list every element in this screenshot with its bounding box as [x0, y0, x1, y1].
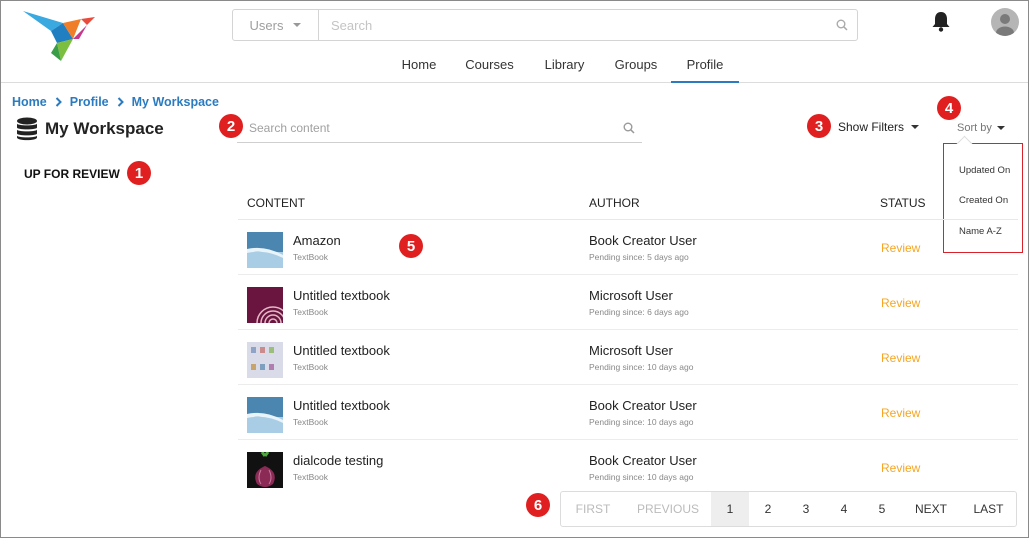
sort-by-label: Sort by — [957, 122, 992, 134]
content-table: CONTENT AUTHOR STATUS Amazon TextBook Bo… — [238, 186, 1018, 495]
search-button[interactable] — [827, 10, 857, 40]
author-name: Microsoft User — [589, 288, 673, 303]
review-link[interactable]: Review — [881, 296, 920, 310]
annotation-marker: 1 — [127, 161, 151, 185]
pagination-next[interactable]: NEXT — [901, 492, 961, 526]
breadcrumb-profile[interactable]: Profile — [70, 95, 109, 109]
pending-since: Pending since: 5 days ago — [589, 252, 689, 262]
bell-icon[interactable] — [931, 11, 951, 33]
content-name: dialcode testing — [293, 453, 384, 468]
search-input[interactable] — [319, 10, 827, 40]
annotation-marker: 3 — [807, 114, 831, 138]
breadcrumb-home[interactable]: Home — [12, 95, 47, 109]
user-icon — [996, 14, 1014, 36]
content-name: Untitled textbook — [293, 288, 390, 303]
pending-since: Pending since: 10 days ago — [589, 417, 694, 427]
review-link[interactable]: Review — [881, 406, 920, 420]
logo — [23, 11, 95, 61]
content-search — [237, 113, 642, 143]
top-header: Users Home Courses Library — [1, 1, 1028, 83]
tab-home[interactable]: Home — [387, 47, 451, 83]
table-row[interactable]: Untitled textbook TextBook Microsoft Use… — [238, 275, 1018, 330]
content-type: TextBook — [293, 472, 328, 482]
tab-profile[interactable]: Profile — [671, 47, 739, 83]
content-type: TextBook — [293, 362, 328, 372]
content-type: TextBook — [293, 307, 328, 317]
sort-by-dropdown[interactable]: Sort by — [957, 122, 1005, 134]
chevron-right-icon — [117, 97, 124, 107]
breadcrumb: Home Profile My Workspace — [12, 95, 219, 109]
pagination: FIRST PREVIOUS 1 2 3 4 5 NEXT LAST — [560, 491, 1017, 527]
column-header-content: CONTENT — [247, 196, 305, 210]
column-header-author: AUTHOR — [589, 196, 640, 210]
pending-since: Pending since: 10 days ago — [589, 472, 694, 482]
app-window: Users Home Courses Library — [0, 0, 1029, 538]
database-icon — [17, 117, 37, 141]
pagination-previous[interactable]: PREVIOUS — [625, 492, 711, 526]
show-filters-button[interactable]: Show Filters — [838, 120, 920, 134]
breadcrumb-my-workspace[interactable]: My Workspace — [132, 95, 219, 109]
pagination-page-3[interactable]: 3 — [787, 492, 825, 526]
chevron-down-icon — [293, 23, 302, 27]
chevron-down-icon — [911, 125, 920, 129]
avatar[interactable] — [991, 8, 1019, 36]
search-scope-label: Users — [249, 17, 284, 33]
author-name: Book Creator User — [589, 398, 697, 413]
annotation-marker: 5 — [399, 234, 423, 258]
chevron-down-icon — [996, 126, 1005, 130]
author-name: Microsoft User — [589, 343, 673, 358]
table-row[interactable]: Untitled textbook TextBook Book Creator … — [238, 385, 1018, 440]
tab-library[interactable]: Library — [528, 47, 601, 83]
pagination-page-5[interactable]: 5 — [863, 492, 901, 526]
chevron-right-icon — [55, 97, 62, 107]
main-nav: Home Courses Library Groups Profile — [387, 47, 739, 83]
table-header: CONTENT AUTHOR STATUS — [238, 186, 1018, 220]
tab-groups[interactable]: Groups — [601, 47, 671, 83]
thumbnail-image — [247, 287, 283, 323]
author-name: Book Creator User — [589, 233, 697, 248]
pagination-page-1[interactable]: 1 — [711, 492, 749, 526]
review-link[interactable]: Review — [881, 351, 920, 365]
page-title: My Workspace — [16, 117, 164, 141]
thumbnail-image — [247, 342, 283, 378]
search-icon — [623, 122, 635, 134]
search-scope-select[interactable]: Users — [233, 10, 319, 40]
pagination-last[interactable]: LAST — [961, 492, 1016, 526]
table-row[interactable]: Untitled textbook TextBook Microsoft Use… — [238, 330, 1018, 385]
review-link[interactable]: Review — [881, 241, 920, 255]
sort-option-updated-on[interactable]: Updated On — [959, 165, 1010, 176]
page-title-text: My Workspace — [45, 119, 164, 138]
annotation-marker: 4 — [937, 96, 961, 120]
global-search: Users — [232, 9, 858, 41]
annotation-marker: 2 — [219, 114, 243, 138]
pagination-first[interactable]: FIRST — [561, 492, 625, 526]
table-row[interactable]: Amazon TextBook Book Creator User Pendin… — [238, 220, 1018, 275]
thumbnail-image — [247, 232, 283, 268]
review-link[interactable]: Review — [881, 461, 920, 475]
pagination-page-4[interactable]: 4 — [825, 492, 863, 526]
table-row[interactable]: dialcode testing TextBook Book Creator U… — [238, 440, 1018, 495]
pending-since: Pending since: 6 days ago — [589, 307, 689, 317]
content-name: Untitled textbook — [293, 343, 390, 358]
tab-courses[interactable]: Courses — [451, 47, 528, 83]
pending-since: Pending since: 10 days ago — [589, 362, 694, 372]
content-search-input[interactable] — [237, 120, 616, 135]
content-search-button[interactable] — [616, 122, 642, 134]
content-type: TextBook — [293, 417, 328, 427]
search-icon — [836, 19, 848, 31]
column-header-status: STATUS — [880, 196, 926, 210]
thumbnail-image — [247, 452, 283, 488]
thumbnail-image — [247, 397, 283, 433]
annotation-marker: 6 — [526, 493, 550, 517]
pagination-page-2[interactable]: 2 — [749, 492, 787, 526]
author-name: Book Creator User — [589, 453, 697, 468]
show-filters-label: Show Filters — [838, 120, 905, 134]
sidebar-item-up-for-review[interactable]: UP FOR REVIEW — [17, 162, 121, 186]
content-name: Amazon — [293, 233, 341, 248]
content-type: TextBook — [293, 252, 328, 262]
content-name: Untitled textbook — [293, 398, 390, 413]
